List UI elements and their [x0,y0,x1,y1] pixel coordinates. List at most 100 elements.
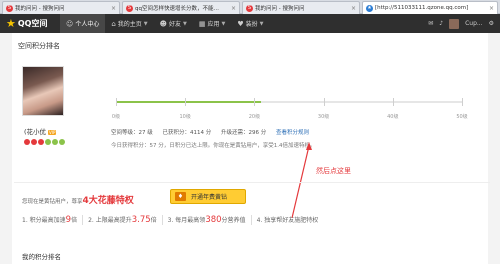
top-nav: ☺ 个人中心 ⌂ 我的主页 ▼ ☻ 好友 ▼ ▦ 应用 ▼ ♥ 装扮 ▼ [60,14,270,33]
sogou-icon: S [126,4,133,12]
diamond-icon: ♦ [175,192,186,201]
perk-text: 2. 上限最高提升 [88,217,132,224]
perk-text: 4. 独享帮好友施肥特权 [256,217,319,224]
nav-label: 装扮 [245,21,258,28]
browser-tab-3[interactable]: S 我的问问 - 搜狗问问 × [242,1,360,14]
vip-section [14,182,490,238]
level-stats: 空间等级：27 级 已获积分：4114 分 升级还需：296 分 查看积分规则 [111,128,309,136]
close-icon[interactable]: × [231,5,236,12]
level-tick [392,98,394,106]
nav-label: 我的主页 [117,21,142,28]
flower-icon [24,139,30,145]
chevron-down-icon: ▼ [143,20,148,27]
divider [161,215,163,225]
tab-title: 我的问问 - 搜狗问问 [255,6,305,12]
perk-item: 3. 每月最高领 380 分营养值 [168,215,246,225]
qzone-icon: ★ [366,4,373,12]
annotation-text: 然后点这里 [316,167,351,175]
avatar[interactable] [449,18,460,29]
vip-intro: 您现在是黄钻用户，尊享4大花藤特权 [22,193,134,206]
level-tick [323,98,325,106]
browser-tab-2[interactable]: S qq空间怎样快速增长分数，不能… × [122,1,240,14]
close-icon[interactable]: × [489,5,494,12]
level-text: 空间等级：27 级 [111,130,153,136]
perk-text: 1. 积分最高加速 [22,217,66,224]
perk-unit: 分营养值 [221,217,246,224]
divider [250,215,252,225]
perk-text: 3. 每月最高领 [167,217,206,224]
qzone-logo[interactable]: ★ QQ空间 [0,17,60,30]
sogou-icon: S [246,4,253,12]
perk-item: 4. 独享帮好友施肥特权 [257,215,319,225]
profile-block [22,66,64,116]
ranking-title: 我的积分排名 [22,253,61,261]
perk-number: 3.75 [131,215,151,225]
level-tick-label: 10级 [179,114,191,120]
bell-icon[interactable]: ♪ [439,20,443,27]
perk-unit: 倍 [71,217,78,224]
perk-unit: 倍 [150,217,157,224]
level-tick [116,98,117,106]
level-tick [254,98,256,106]
open-button-label: 开通年费黄钻 [191,194,228,201]
chevron-down-icon: ▼ [221,20,226,27]
nav-apps[interactable]: ▦ 应用 ▼ [193,14,232,33]
page-title: 空间积分排名 [18,42,60,50]
vip-icon: VIP [48,129,57,135]
close-icon[interactable]: × [351,5,356,12]
browser-tab-1[interactable]: S 我的问问 - 搜狗问问 × [2,1,120,14]
level-tick-label: 40级 [387,114,399,120]
points-rule-link[interactable]: 查看积分规则 [276,130,309,136]
flower-icon [38,139,44,145]
flower-icons [24,139,65,145]
close-icon[interactable]: × [111,5,116,12]
home-icon: ⌂ [111,19,116,28]
nav-my-homepage[interactable]: ⌂ 我的主页 ▼ [105,14,153,33]
vip-perks: 1. 积分最高加速 9 倍 2. 上限最高提升 3.75 倍 3. 每月最高领 380 分营… [22,215,318,225]
topbar-right: ✉ ♪ Cup... ⚙ [428,14,494,33]
level-tick-label: 50级 [456,114,468,120]
sogou-icon: S [6,4,13,12]
open-annual-vip-button[interactable]: ♦ 开通年费黄钻 [170,189,246,204]
level-progress-fill [116,101,262,103]
next-level-text: 升级还需：296 分 [221,130,267,136]
level-progress-bar [116,101,462,103]
dressup-icon: ♥ [237,19,244,28]
divider [82,215,84,225]
browser-tab-4[interactable]: ★ [http://511033111.qzone.qq.com] × [362,1,498,14]
nav-label: 个人中心 [75,21,100,28]
tab-title: 我的问问 - 搜狗问问 [15,6,65,12]
nav-personal-center[interactable]: ☺ 个人中心 [60,14,106,33]
level-tick-label: 0级 [111,114,121,120]
username-text[interactable]: (花小优 [24,128,46,136]
chevron-down-icon: ▼ [182,20,187,27]
qzone-topbar: ★ QQ空间 ☺ 个人中心 ⌂ 我的主页 ▼ ☻ 好友 ▼ ▦ 应用 ▼ ♥ 装… [0,14,500,33]
level-tick [462,98,463,106]
perk-item: 2. 上限最高提升 3.75 倍 [88,215,157,225]
nav-friends[interactable]: ☻ 好友 ▼ [154,14,193,33]
username: (花小优 VIP [24,126,57,136]
profile-photo[interactable] [22,66,64,116]
nav-label: 应用 [207,21,220,28]
tab-title: qq空间怎样快速增长分数，不能… [135,6,219,12]
person-icon: ☺ [66,19,74,28]
gear-icon[interactable]: ⚙ [489,20,494,27]
flower-icon [31,139,37,145]
vip-intro-highlight: 4大花藤特权 [82,196,134,206]
flower-icon [45,139,51,145]
flower-icon [59,139,65,145]
tab-title: [http://511033111.qzone.qq.com] [375,5,469,11]
mail-icon[interactable]: ✉ [428,20,433,27]
level-tick [185,98,187,106]
today-points-text: 今日获得积分：57 分，日积分已达上限。你现在是黄钻用户，享受1.4倍加速特权。 [111,143,316,149]
logo-text: QQ空间 [17,19,48,28]
chevron-down-icon: ▼ [259,20,264,27]
nav-label: 好友 [168,21,181,28]
apps-icon: ▦ [198,19,206,28]
perk-item: 1. 积分最高加速 9 倍 [22,215,77,225]
points-text: 已获积分：4114 分 [162,130,212,136]
topbar-username[interactable]: Cup... [465,20,483,27]
nav-dressup[interactable]: ♥ 装扮 ▼ [231,14,269,33]
flower-icon [52,139,58,145]
perk-number: 380 [205,215,222,225]
